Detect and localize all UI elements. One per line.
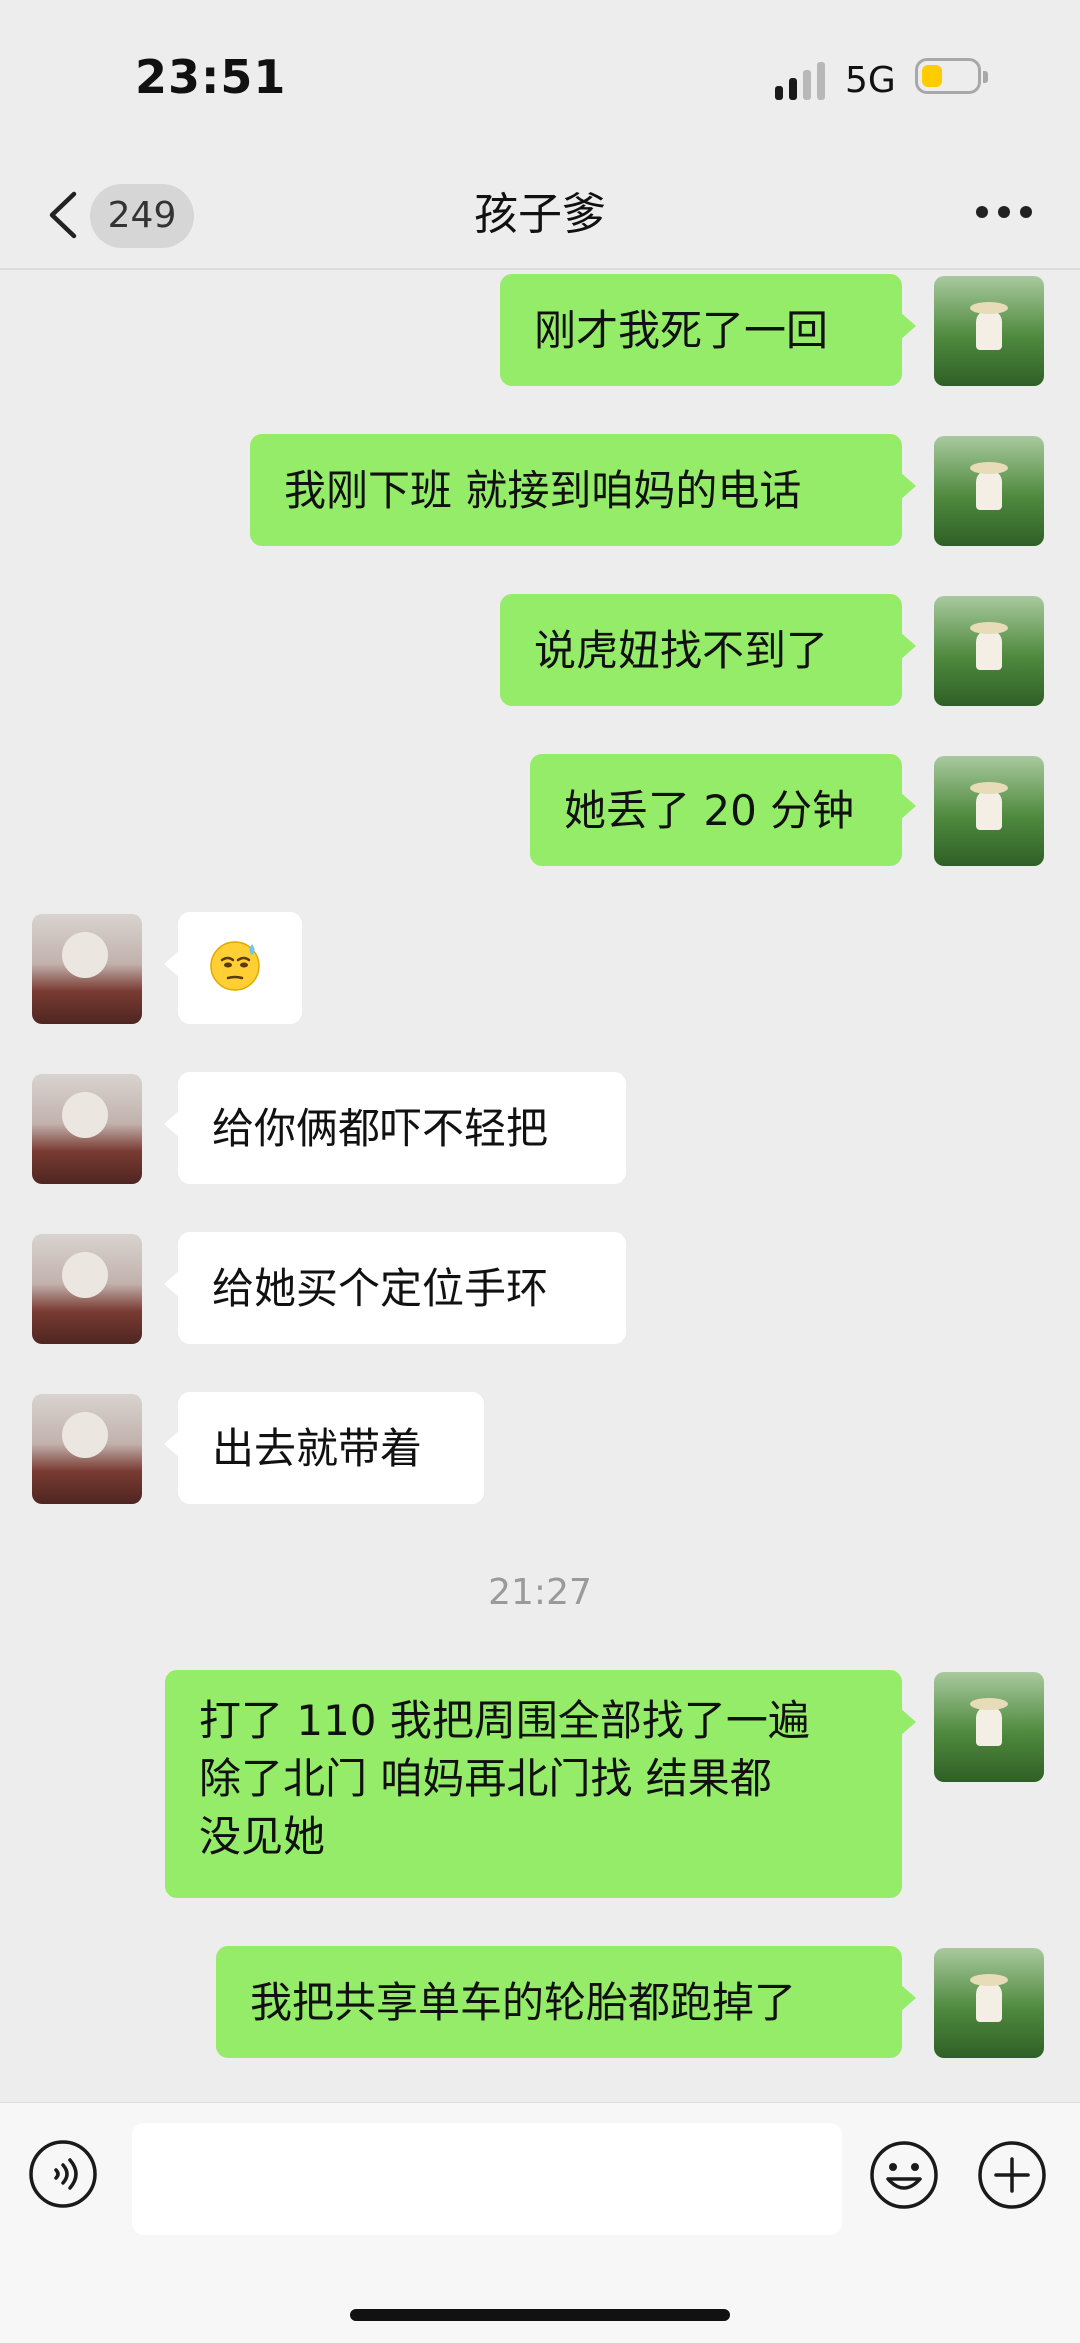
message-bubble[interactable]: 给她买个定位手环: [164, 1232, 626, 1344]
more-dots-icon[interactable]: [976, 206, 1032, 222]
unread-count-badge[interactable]: 249: [90, 184, 194, 248]
message-row: 我刚下班 就接到咱妈的电话: [0, 434, 1080, 552]
avatar[interactable]: [934, 756, 1044, 866]
message-bubble[interactable]: 出去就带着: [164, 1392, 484, 1504]
chat-header: 249 孩子爹: [0, 160, 1080, 270]
plus-icon[interactable]: [976, 2139, 1048, 2211]
message-row: [0, 912, 1080, 1030]
sweat-smile-emoji-icon: [210, 941, 260, 991]
message-row: 给她买个定位手环: [0, 1232, 1080, 1350]
message-bubble[interactable]: 她丢了 20 分钟: [530, 754, 916, 866]
avatar[interactable]: [934, 436, 1044, 546]
message-row: 刚才我死了一回: [0, 274, 1080, 392]
avatar[interactable]: [32, 1074, 142, 1184]
avatar[interactable]: [32, 1394, 142, 1504]
message-row: 出去就带着: [0, 1392, 1080, 1510]
status-time: 23:51: [135, 50, 287, 104]
avatar[interactable]: [934, 1948, 1044, 2058]
message-bubble[interactable]: 说虎妞找不到了: [500, 594, 916, 706]
message-row: 说虎妞找不到了: [0, 594, 1080, 712]
message-row: 打了 110 我把周围全部找了一遍 除了北门 咱妈再北门找 结果都 没见她: [0, 1670, 1080, 1902]
message-bubble[interactable]: 给你俩都吓不轻把: [164, 1072, 626, 1184]
message-input[interactable]: [132, 2123, 842, 2235]
message-list[interactable]: 刚才我死了一回 我刚下班 就接到咱妈的电话 说虎妞找不到了 她丢了 20 分钟: [0, 270, 1080, 2102]
input-bar: [0, 2102, 1080, 2343]
emoji-icon[interactable]: [868, 2139, 940, 2211]
status-bar: 23:51 5G: [0, 0, 1080, 160]
chat-title: 孩子爹: [474, 189, 606, 240]
message-row: 她丢了 20 分钟: [0, 754, 1080, 872]
message-row: 我把共享单车的轮胎都跑掉了: [0, 1946, 1080, 2064]
message-bubble[interactable]: 我把共享单车的轮胎都跑掉了: [216, 1946, 916, 2058]
chevron-left-icon[interactable]: [44, 190, 84, 240]
message-bubble[interactable]: 刚才我死了一回: [500, 274, 916, 386]
message-bubble[interactable]: [164, 912, 302, 1024]
avatar[interactable]: [934, 1672, 1044, 1782]
home-indicator[interactable]: [350, 2309, 730, 2321]
avatar[interactable]: [32, 1234, 142, 1344]
network-type: 5G: [845, 60, 896, 101]
voice-icon[interactable]: [28, 2139, 98, 2209]
signal-icon: [775, 62, 827, 100]
message-bubble[interactable]: 打了 110 我把周围全部找了一遍 除了北门 咱妈再北门找 结果都 没见她: [165, 1670, 916, 1898]
message-timestamp: 21:27: [488, 1572, 592, 1613]
message-bubble[interactable]: 我刚下班 就接到咱妈的电话: [250, 434, 916, 546]
avatar[interactable]: [934, 276, 1044, 386]
battery-icon: [915, 58, 988, 94]
avatar[interactable]: [32, 914, 142, 1024]
avatar[interactable]: [934, 596, 1044, 706]
message-row: 给你俩都吓不轻把: [0, 1072, 1080, 1190]
